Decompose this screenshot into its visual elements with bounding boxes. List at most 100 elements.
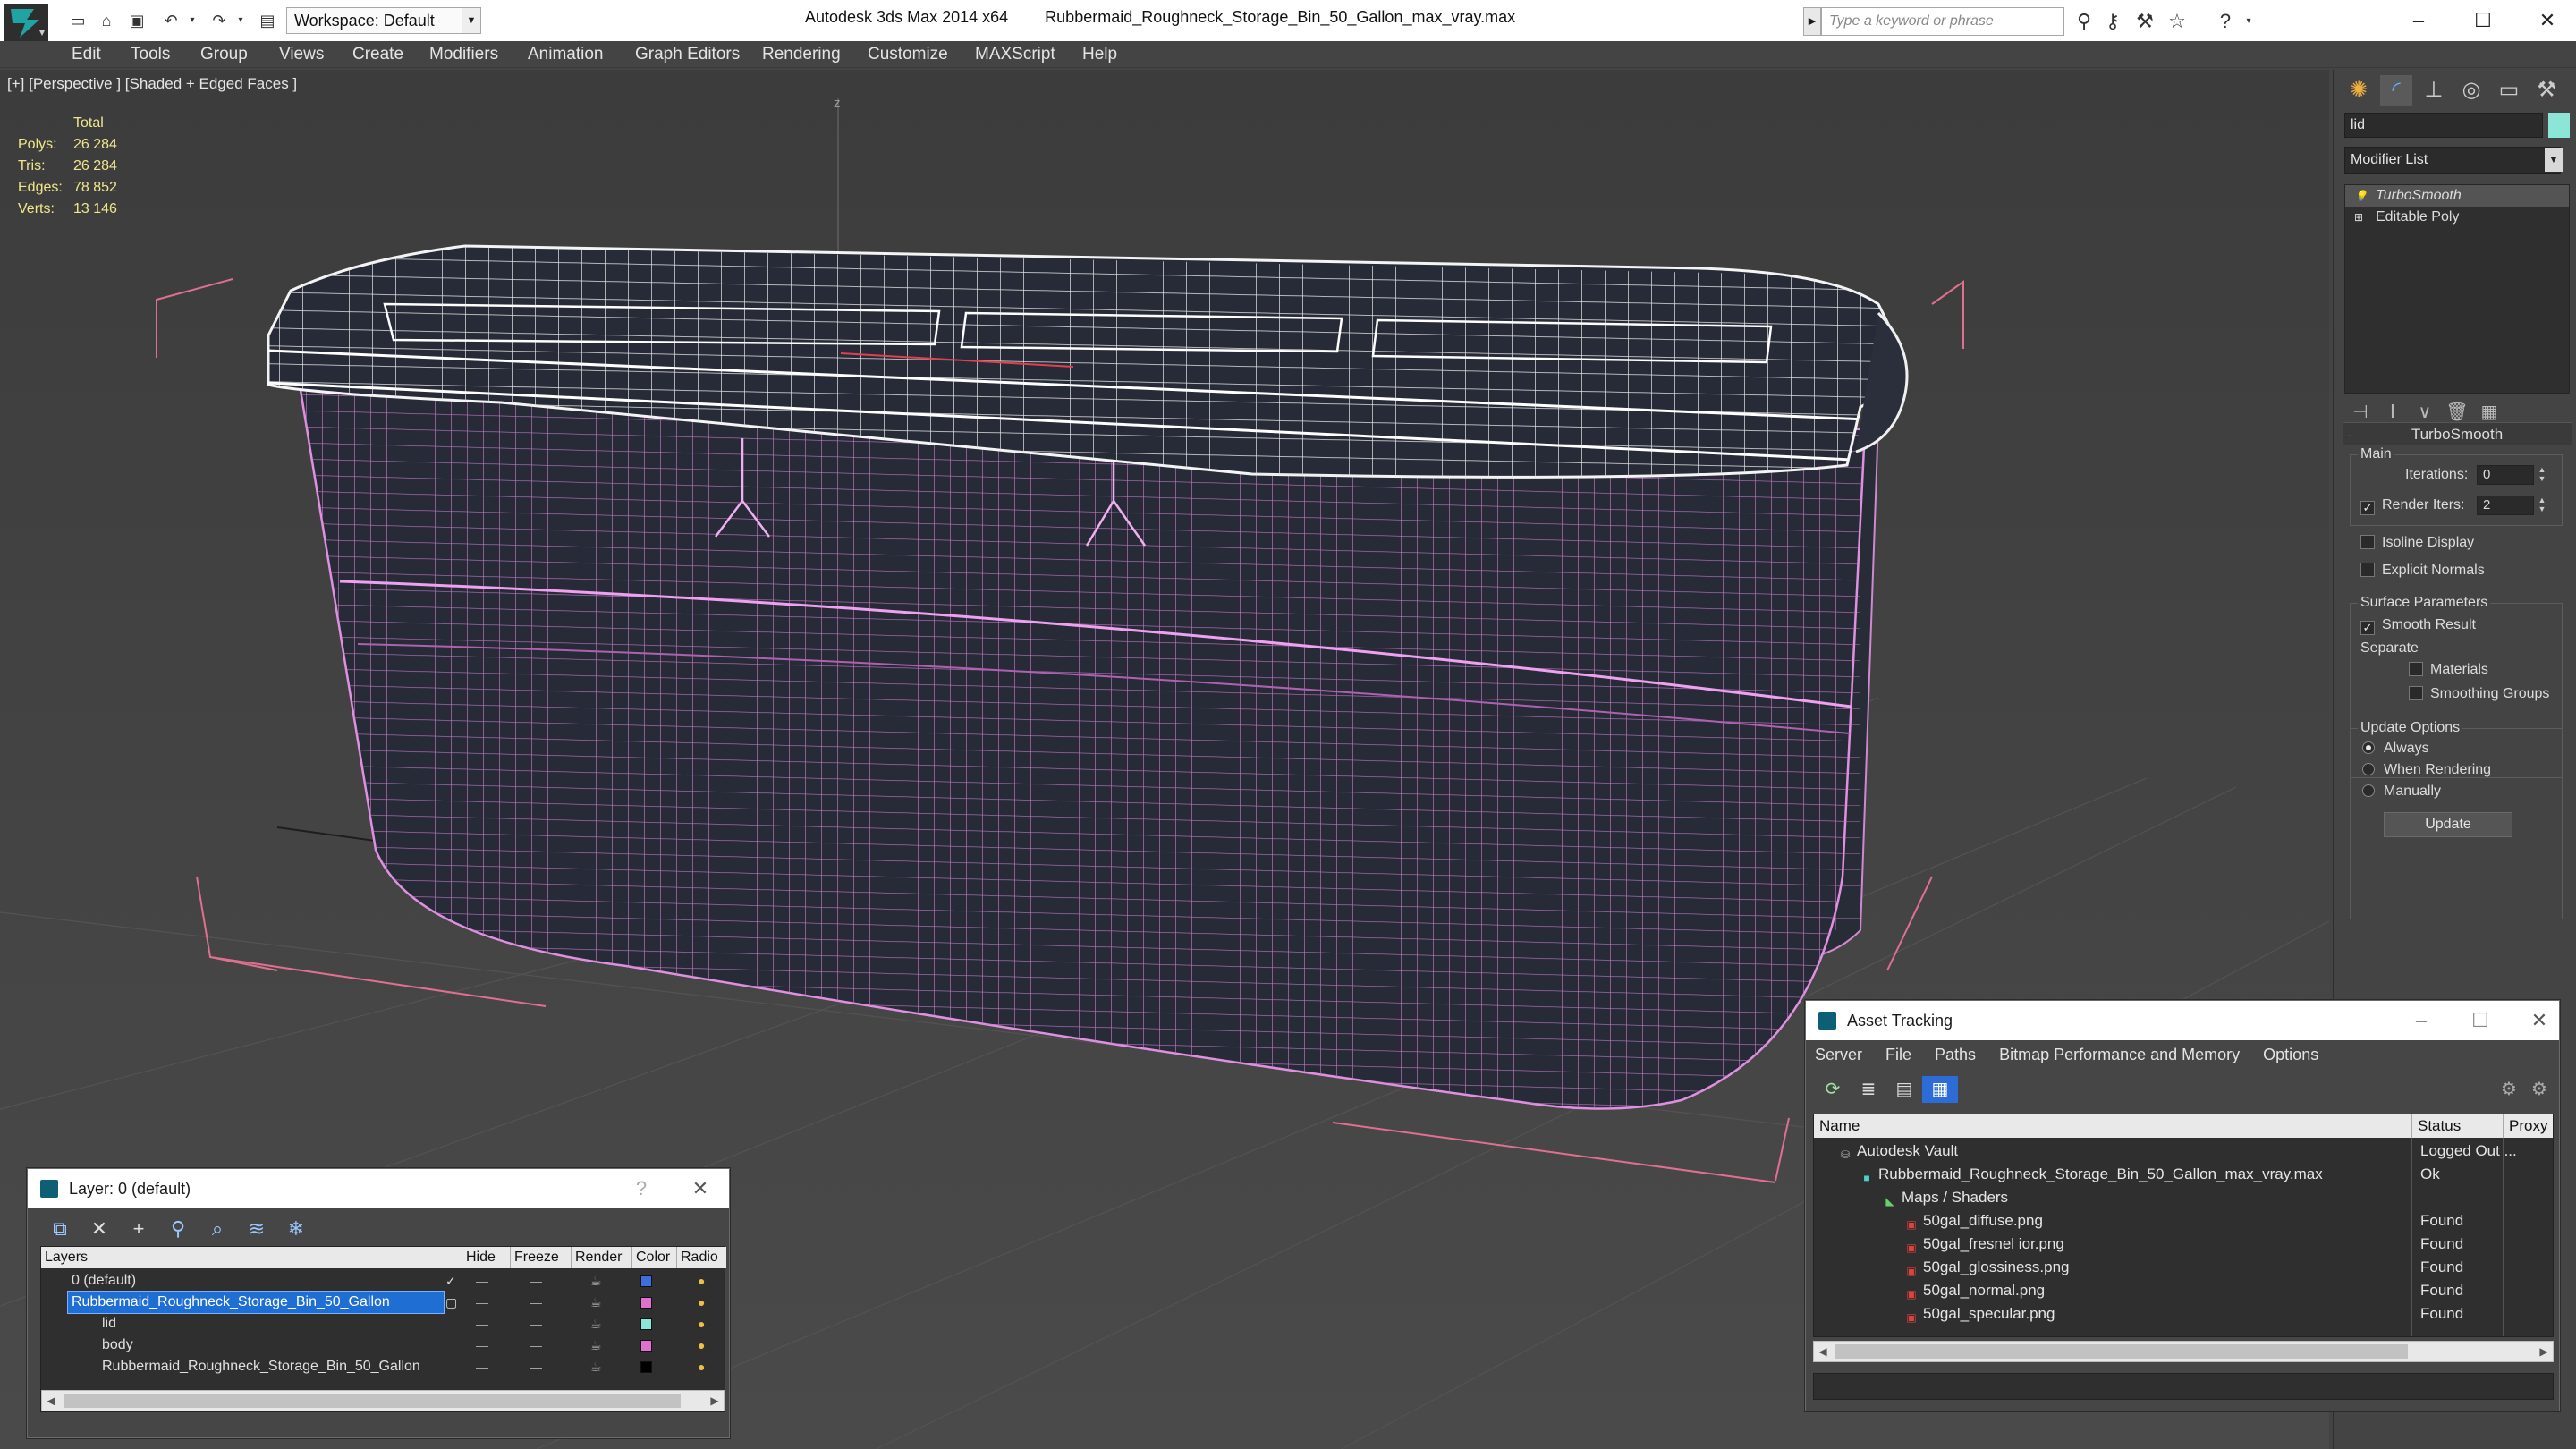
stack-item-turbosmooth[interactable]: 💡 TurboSmooth bbox=[2345, 185, 2569, 207]
radio-off-icon[interactable] bbox=[2362, 784, 2375, 797]
isoline-checkbox[interactable] bbox=[2360, 535, 2375, 549]
select-layer-icon[interactable]: ⌕ bbox=[198, 1217, 237, 1241]
scroll-thumb[interactable] bbox=[64, 1394, 681, 1408]
scroll-left-icon[interactable]: ◀ bbox=[42, 1391, 60, 1411]
scroll-right-icon[interactable]: ▶ bbox=[2535, 1342, 2553, 1361]
col-radiosity[interactable]: Radio bbox=[676, 1247, 718, 1268]
communication-center-icon[interactable]: ⚒ bbox=[2132, 9, 2157, 34]
radiosity-icon[interactable]: ● bbox=[698, 1335, 705, 1356]
search-input[interactable]: Type a keyword or phrase bbox=[1821, 7, 2064, 36]
active-layer-box-icon[interactable]: ▢ bbox=[445, 1292, 457, 1313]
display-tab-icon[interactable]: ▭ bbox=[2493, 75, 2525, 106]
update-always-radio[interactable]: Always bbox=[2362, 741, 2429, 757]
table-row[interactable]: lid — — ☕ ● bbox=[41, 1313, 726, 1335]
create-tab-icon[interactable]: ✺ bbox=[2343, 75, 2375, 106]
menu-file[interactable]: File bbox=[1885, 1046, 1911, 1063]
chevron-down-icon[interactable]: ▼ bbox=[2545, 148, 2563, 172]
asset-dialog-titlebar[interactable]: Asset Tracking bbox=[1806, 1001, 2559, 1040]
subscription-icon[interactable]: ⚷ bbox=[2100, 9, 2125, 34]
undo-dropdown-icon[interactable]: ▾ bbox=[182, 11, 202, 30]
delete-layer-icon[interactable]: ✕ bbox=[80, 1217, 119, 1241]
menu-options[interactable]: Options bbox=[2263, 1046, 2318, 1063]
vault-options-icon[interactable]: ⚙ bbox=[2521, 1076, 2557, 1103]
table-row[interactable]: 0 (default) ✓ — — ☕ ● bbox=[41, 1270, 726, 1292]
render-teapot-icon[interactable]: ☕ bbox=[590, 1270, 602, 1292]
radiosity-icon[interactable]: ● bbox=[698, 1313, 705, 1335]
help-dropdown-icon[interactable]: ▾ bbox=[2236, 9, 2261, 34]
menu-customize[interactable]: Customize bbox=[868, 43, 948, 66]
table-row[interactable]: Rubbermaid_Roughneck_Storage_Bin_50_Gall… bbox=[41, 1356, 726, 1377]
configure-sets-icon[interactable]: ▦ bbox=[2473, 401, 2505, 423]
menu-modifiers[interactable]: Modifiers bbox=[429, 43, 498, 66]
search-expand-icon[interactable]: ▶ bbox=[1803, 7, 1821, 36]
expand-plus-icon[interactable]: ⊞ bbox=[2354, 207, 2363, 228]
scroll-thumb[interactable] bbox=[1835, 1344, 2408, 1359]
open-file-icon[interactable]: ⌂ bbox=[97, 11, 116, 30]
binoculars-icon[interactable]: ⚲ bbox=[2072, 9, 2097, 34]
render-iters-spinner[interactable]: 2 bbox=[2477, 496, 2534, 515]
workspace-dropdown[interactable]: Workspace: Default bbox=[286, 7, 481, 34]
table-row[interactable]: Rubbermaid_Roughneck_Storage_Bin_50_Gall… bbox=[41, 1291, 726, 1314]
modifier-list-dropdown[interactable]: Modifier List bbox=[2344, 147, 2561, 174]
spinner-arrows-icon[interactable]: ▲ ▼ bbox=[2536, 465, 2548, 485]
table-row[interactable]: ▣ 50gal_specular.png Found bbox=[1814, 1302, 2553, 1326]
scroll-left-icon[interactable]: ◀ bbox=[1814, 1342, 1832, 1361]
menu-create[interactable]: Create bbox=[352, 43, 403, 66]
table-view-icon[interactable]: ▦ bbox=[1922, 1076, 1958, 1103]
layer-color-swatch[interactable] bbox=[640, 1297, 652, 1309]
freeze-toggle-icon[interactable]: — bbox=[530, 1292, 542, 1313]
render-teapot-icon[interactable]: ☕ bbox=[590, 1292, 602, 1313]
radiosity-icon[interactable]: ● bbox=[698, 1292, 705, 1313]
refresh-icon[interactable]: ⟳ bbox=[1815, 1076, 1851, 1103]
table-row[interactable]: ▣ 50gal_fresnel ior.png Found bbox=[1814, 1233, 2553, 1256]
render-iters-row[interactable]: ✓ Render Iters: bbox=[2360, 497, 2464, 515]
make-unique-icon[interactable]: ∨ bbox=[2409, 401, 2441, 423]
close-button[interactable]: ✕ bbox=[2521, 4, 2574, 38]
freeze-toggle-icon[interactable]: — bbox=[530, 1335, 542, 1356]
chevron-down-icon[interactable]: ▼ bbox=[462, 7, 481, 34]
table-row[interactable]: ▣ 50gal_diffuse.png Found bbox=[1814, 1209, 2553, 1233]
redo-dropdown-icon[interactable]: ▾ bbox=[231, 11, 250, 30]
col-proxy[interactable]: Proxy bbox=[2503, 1114, 2547, 1138]
table-row[interactable]: ▣ 50gal_glossiness.png Found bbox=[1814, 1256, 2553, 1279]
asset-hscrollbar[interactable]: ◀ ▶ bbox=[1813, 1341, 2554, 1362]
app-logo-icon[interactable] bbox=[4, 4, 48, 41]
smooth-result-row[interactable]: ✓ Smooth Result bbox=[2360, 617, 2476, 635]
layer-name[interactable]: Rubbermaid_Roughneck_Storage_Bin_50_Gall… bbox=[67, 1291, 445, 1314]
menu-maxscript[interactable]: MAXScript bbox=[975, 43, 1055, 66]
hide-toggle-icon[interactable]: — bbox=[476, 1270, 488, 1292]
col-status[interactable]: Status bbox=[2411, 1114, 2461, 1138]
object-name[interactable]: Rubbermaid_Roughneck_Storage_Bin_50_Gall… bbox=[98, 1356, 420, 1377]
radiosity-icon[interactable]: ● bbox=[698, 1356, 705, 1377]
utilities-tab-icon[interactable]: ⚒ bbox=[2530, 75, 2563, 106]
smoothing-groups-row[interactable]: Smoothing Groups bbox=[2409, 686, 2549, 702]
col-render[interactable]: Render bbox=[571, 1247, 622, 1268]
table-row[interactable]: ⛁ Autodesk Vault Logged Out ... bbox=[1814, 1140, 2553, 1163]
undo-icon[interactable]: ↶ bbox=[161, 11, 181, 30]
menu-help[interactable]: Help bbox=[1082, 43, 1117, 66]
smoothing-groups-checkbox[interactable] bbox=[2409, 686, 2423, 700]
hide-toggle-icon[interactable]: — bbox=[476, 1292, 488, 1313]
object-name[interactable]: lid bbox=[98, 1313, 116, 1335]
thumbnail-view-icon[interactable]: ▤ bbox=[1886, 1076, 1922, 1103]
materials-row[interactable]: Materials bbox=[2409, 662, 2488, 678]
motion-tab-icon[interactable]: ◎ bbox=[2455, 75, 2487, 106]
menu-edit[interactable]: Edit bbox=[72, 43, 101, 66]
asset-path-field[interactable] bbox=[1813, 1373, 2554, 1400]
update-manually-radio[interactable]: Manually bbox=[2362, 784, 2441, 800]
radio-off-icon[interactable] bbox=[2362, 763, 2375, 775]
layer-name[interactable]: 0 (default) bbox=[68, 1270, 136, 1292]
menu-rendering[interactable]: Rendering bbox=[762, 43, 841, 66]
hide-toggle-icon[interactable]: — bbox=[476, 1313, 488, 1335]
add-to-layer-icon[interactable]: + bbox=[119, 1217, 158, 1241]
materials-checkbox[interactable] bbox=[2409, 662, 2423, 676]
radiosity-icon[interactable]: ● bbox=[698, 1270, 705, 1292]
active-layer-check-icon[interactable]: ✓ bbox=[445, 1270, 456, 1292]
explicit-normals-row[interactable]: Explicit Normals bbox=[2360, 563, 2485, 579]
layer-color-swatch[interactable] bbox=[640, 1275, 652, 1287]
menu-animation[interactable]: Animation bbox=[528, 43, 604, 66]
project-folder-icon[interactable]: ▤ bbox=[258, 11, 277, 30]
object-color-swatch[interactable] bbox=[640, 1340, 652, 1352]
radio-on-icon[interactable] bbox=[2362, 741, 2375, 754]
hierarchy-tab-icon[interactable]: ⊥ bbox=[2418, 75, 2450, 106]
